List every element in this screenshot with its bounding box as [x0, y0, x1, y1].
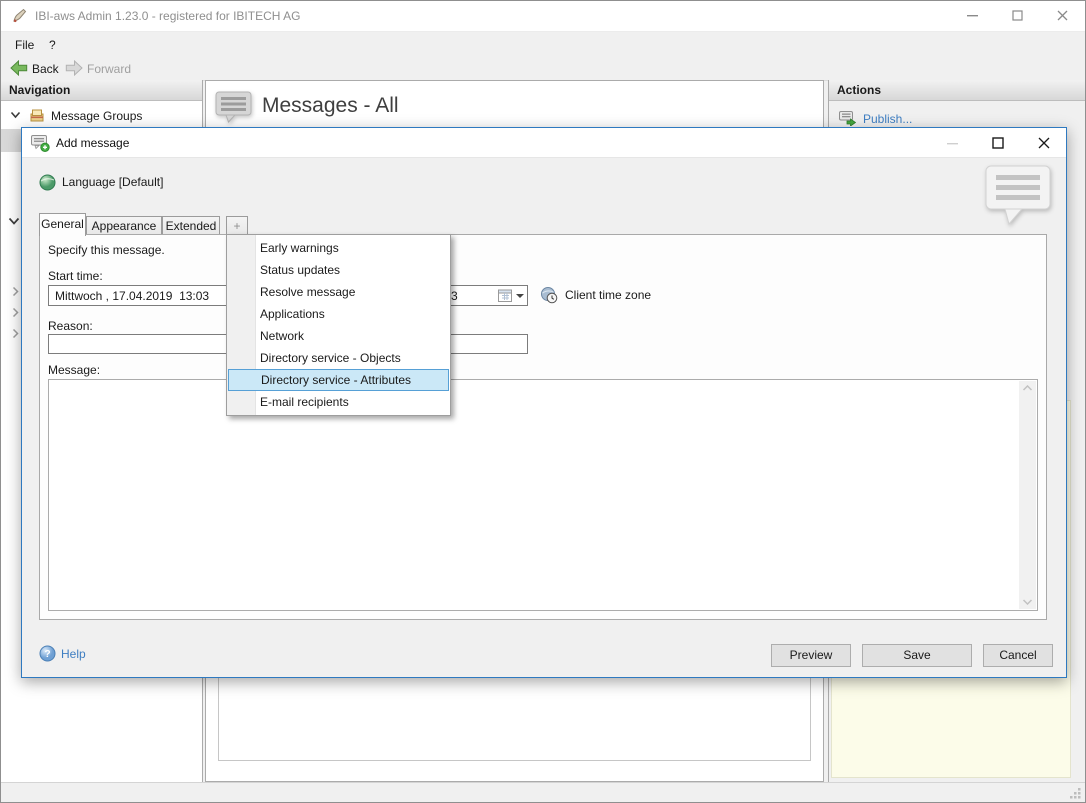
minimize-button[interactable]	[950, 1, 995, 30]
menu-item-directory-service-attributes[interactable]: Directory service - Attributes	[228, 369, 449, 391]
menu-item-applications[interactable]: Applications	[228, 303, 449, 325]
calendar-dropdown-button[interactable]	[498, 288, 524, 303]
cancel-button[interactable]: Cancel	[983, 644, 1053, 667]
client-time-zone-icon	[540, 286, 558, 304]
help-link[interactable]: ? Help	[39, 645, 86, 662]
menu-item-early-warnings[interactable]: Early warnings	[228, 237, 449, 259]
publish-link[interactable]: Publish...	[839, 111, 912, 126]
menu-item-email-recipients[interactable]: E-mail recipients	[228, 391, 449, 413]
message-textarea[interactable]	[48, 379, 1038, 611]
chevron-right-icon[interactable]	[12, 328, 19, 339]
language-row: Language [Default]	[39, 173, 163, 191]
maximize-button[interactable]	[995, 1, 1040, 30]
window-titlebar: IBI-aws Admin 1.23.0 - registered for IB…	[1, 1, 1085, 32]
chevron-down-icon[interactable]	[8, 217, 20, 226]
message-groups-icon	[29, 107, 45, 123]
reason-label: Reason:	[48, 319, 93, 333]
chevron-right-icon[interactable]	[12, 286, 19, 297]
window-title: IBI-aws Admin 1.23.0 - registered for IB…	[35, 9, 300, 23]
dialog-titlebar: Add message	[22, 128, 1066, 158]
message-scrollbar[interactable]	[1019, 381, 1036, 609]
help-label: Help	[61, 647, 86, 661]
menu-item-directory-service-objects[interactable]: Directory service - Objects	[228, 347, 449, 369]
close-button[interactable]	[1040, 1, 1085, 30]
start-time-label: Start time:	[48, 269, 103, 283]
tree-item-label: Message Groups	[51, 109, 142, 123]
app-icon	[12, 8, 28, 24]
svg-text:?: ?	[44, 649, 50, 660]
chevron-down-icon[interactable]	[10, 111, 21, 119]
help-icon: ?	[39, 645, 56, 662]
selected-tree-item-sliver	[1, 129, 21, 152]
client-time-zone-row: Client time zone	[540, 286, 651, 304]
tab-extended[interactable]: Extended	[162, 216, 220, 236]
general-tab-page: Specify this message. Start time: Mittwo…	[39, 234, 1047, 620]
messages-icon	[215, 91, 253, 124]
back-arrow-icon	[10, 60, 28, 76]
menu-item-network[interactable]: Network	[228, 325, 449, 347]
dialog-minimize-button[interactable]	[932, 129, 972, 157]
dialog-description: Specify this message.	[48, 243, 165, 257]
page-title: Messages - All	[262, 94, 399, 118]
actions-header: Actions	[829, 80, 1085, 101]
back-button[interactable]: Back	[6, 58, 63, 78]
client-time-zone-label: Client time zone	[565, 288, 651, 302]
tab-appearance[interactable]: Appearance	[86, 216, 162, 236]
status-bar	[1, 782, 1085, 803]
resize-grip[interactable]	[1069, 787, 1082, 800]
app-window: IBI-aws Admin 1.23.0 - registered for IB…	[0, 0, 1086, 803]
menu-file[interactable]: File	[9, 36, 40, 54]
tree-item-message-groups[interactable]: Message Groups	[1, 105, 202, 127]
message-type-popup-menu: Early warnings Status updates Resolve me…	[226, 234, 451, 416]
menu-item-resolve-message[interactable]: Resolve message	[228, 281, 449, 303]
publish-icon	[839, 111, 856, 126]
tab-general[interactable]: General	[39, 213, 86, 236]
language-globe-icon	[39, 174, 56, 191]
save-button[interactable]: Save	[862, 644, 972, 667]
publish-label: Publish...	[863, 112, 912, 126]
dialog-close-button[interactable]	[1024, 129, 1064, 157]
dialog-title: Add message	[56, 136, 129, 150]
dialog-watermark-bubble-icon	[985, 165, 1053, 227]
scroll-up-icon[interactable]	[1022, 385, 1033, 391]
chevron-right-icon[interactable]	[12, 307, 19, 318]
preview-button[interactable]: Preview	[771, 644, 851, 667]
scroll-down-icon[interactable]	[1022, 599, 1033, 605]
navigation-header: Navigation	[1, 80, 202, 101]
toolbar: Back Forward	[1, 56, 1085, 81]
language-label: Language [Default]	[62, 175, 163, 189]
menu-bar: File ?	[1, 32, 1085, 56]
forward-arrow-icon	[65, 60, 83, 76]
menu-item-status-updates[interactable]: Status updates	[228, 259, 449, 281]
add-message-icon	[31, 135, 50, 152]
tab-add[interactable]: +	[226, 216, 248, 236]
calendar-icon	[498, 289, 512, 302]
end-time-value: 3	[451, 289, 458, 303]
back-label: Back	[32, 61, 59, 76]
caret-down-icon	[516, 294, 524, 298]
message-label: Message:	[48, 363, 100, 377]
forward-label: Forward	[87, 61, 131, 76]
start-time-value: Mittwoch , 17.04.2019 13:03	[55, 289, 209, 303]
forward-button[interactable]: Forward	[61, 58, 135, 78]
menu-help[interactable]: ?	[43, 36, 62, 54]
add-message-dialog: Add message Language [Default] General A…	[21, 127, 1067, 678]
dialog-maximize-button[interactable]	[978, 129, 1018, 157]
